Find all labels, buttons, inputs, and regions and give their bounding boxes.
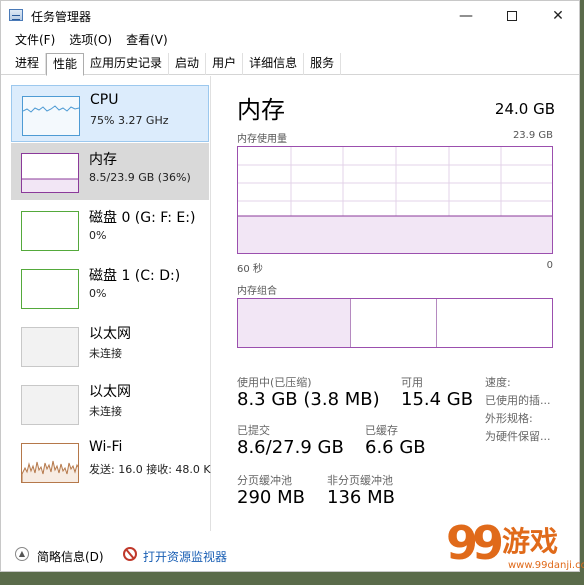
maximize-button[interactable] xyxy=(489,1,535,31)
page-title: 内存 xyxy=(237,96,285,124)
tab-details[interactable]: 详细信息 xyxy=(243,53,305,75)
sidebar-item-detail: 未连接 xyxy=(89,347,122,360)
sidebar-item-label: 内存 xyxy=(89,152,117,168)
memory-thumbnail-graph xyxy=(21,153,79,193)
stat-nonpaged-value: 136 MB xyxy=(327,487,395,508)
maximize-icon xyxy=(507,11,517,21)
tab-users[interactable]: 用户 xyxy=(206,53,244,75)
memory-total: 24.0 GB xyxy=(494,100,555,118)
stat-in-use-label: 使用中(已压缩) xyxy=(237,376,312,389)
performance-sidebar: CPU 75% 3.27 GHz 内存 8.5/23.9 GB (36%) 磁盘… xyxy=(1,76,211,531)
tab-performance[interactable]: 性能 xyxy=(46,53,85,76)
composition-label: 内存组合 xyxy=(237,286,277,297)
site-watermark: 99 游戏 www.99danji.com xyxy=(446,512,584,582)
sidebar-item-label: Wi-Fi xyxy=(89,439,123,455)
cpu-thumbnail-graph xyxy=(22,96,80,136)
tab-app-history[interactable]: 应用历史记录 xyxy=(84,53,170,75)
side-stat-speed: 速度: xyxy=(485,376,511,389)
sidebar-item-ethernet-1[interactable]: 以太网 未连接 xyxy=(11,317,209,374)
usage-fill-area xyxy=(238,216,552,253)
side-stat-reserved: 为硬件保留... xyxy=(485,430,551,443)
window-title: 任务管理器 xyxy=(31,10,92,24)
sidebar-item-detail: 未连接 xyxy=(89,405,122,418)
time-axis-right: 0 xyxy=(546,260,553,271)
usage-label: 内存使用量 xyxy=(237,134,287,145)
ethernet-thumbnail-graph xyxy=(21,327,79,367)
sidebar-item-detail: 8.5/23.9 GB (36%) xyxy=(89,171,191,184)
sidebar-item-detail: 0% xyxy=(89,287,107,300)
sidebar-item-label: 磁盘 1 (C: D:) xyxy=(89,268,181,284)
stat-committed-label: 已提交 xyxy=(237,424,270,437)
stat-nonpaged-label: 非分页缓冲池 xyxy=(327,474,393,487)
sidebar-item-detail: 0% xyxy=(89,229,107,242)
disk-thumbnail-graph xyxy=(21,269,79,309)
sidebar-item-wifi[interactable]: Wi-Fi 发送: 16.0 接收: 48.0 K xyxy=(11,433,211,490)
title-bar[interactable]: 任务管理器 — ✕ xyxy=(1,1,579,31)
sidebar-item-label: CPU xyxy=(90,92,119,108)
minimize-icon: — xyxy=(459,8,473,24)
stat-in-use-value: 8.3 GB (3.8 MB) xyxy=(237,389,380,410)
watermark-name: 游戏 xyxy=(502,525,559,558)
stat-available-label: 可用 xyxy=(401,376,423,389)
sidebar-item-ethernet-2[interactable]: 以太网 未连接 xyxy=(11,375,209,432)
task-manager-window: 任务管理器 — ✕ 文件(F) 选项(O) 查看(V) 进程 性能 应用历史记录… xyxy=(0,0,580,572)
menu-bar: 文件(F) 选项(O) 查看(V) xyxy=(1,31,579,51)
sidebar-item-detail: 75% 3.27 GHz xyxy=(90,114,169,127)
sidebar-item-disk-1[interactable]: 磁盘 1 (C: D:) 0% xyxy=(11,259,209,316)
sidebar-item-disk-0[interactable]: 磁盘 0 (G: F: E:) 0% xyxy=(11,201,209,258)
watermark-logo: 99 xyxy=(446,516,504,570)
composition-modified xyxy=(351,299,437,347)
usage-max: 23.9 GB xyxy=(512,130,553,141)
stat-cached-value: 6.6 GB xyxy=(365,437,426,458)
watermark-url: www.99danji.com xyxy=(508,560,584,571)
memory-usage-graph xyxy=(237,146,553,254)
wifi-thumbnail-graph xyxy=(21,443,79,483)
stat-paged-label: 分页缓冲池 xyxy=(237,474,292,487)
side-stat-slots: 已使用的插... xyxy=(485,394,551,407)
minimize-button[interactable]: — xyxy=(443,1,489,31)
memory-composition-bar xyxy=(237,298,553,348)
menu-view[interactable]: 查看(V) xyxy=(126,31,168,51)
composition-free xyxy=(437,299,552,347)
memory-detail-panel: 内存 24.0 GB 内存使用量 23.9 GB 60 秒 0 内存组合 使用中… xyxy=(227,86,567,526)
sidebar-item-label: 以太网 xyxy=(89,326,131,342)
task-manager-icon xyxy=(9,9,23,21)
disk-thumbnail-graph xyxy=(21,211,79,251)
stat-committed-value: 8.6/27.9 GB xyxy=(237,437,344,458)
close-button[interactable]: ✕ xyxy=(535,1,579,31)
stat-available-value: 15.4 GB xyxy=(401,389,474,410)
menu-file[interactable]: 文件(F) xyxy=(15,31,55,51)
side-stat-form-factor: 外形规格: xyxy=(485,412,533,425)
sidebar-item-cpu[interactable]: CPU 75% 3.27 GHz xyxy=(11,85,209,142)
chevron-up-icon[interactable]: ▲ xyxy=(15,547,29,561)
memory-usage-svg xyxy=(238,147,552,253)
fewer-details-link[interactable]: 简略信息(D) xyxy=(37,548,104,565)
menu-options[interactable]: 选项(O) xyxy=(69,31,112,51)
sidebar-item-detail: 发送: 16.0 接收: 48.0 K xyxy=(89,463,211,476)
sidebar-item-label: 以太网 xyxy=(89,384,131,400)
resource-monitor-icon xyxy=(123,547,137,561)
close-icon: ✕ xyxy=(552,8,564,24)
stat-cached-label: 已缓存 xyxy=(365,424,398,437)
tab-startup[interactable]: 启动 xyxy=(169,53,207,75)
sidebar-item-label: 磁盘 0 (G: F: E:) xyxy=(89,210,196,226)
sidebar-item-memory[interactable]: 内存 8.5/23.9 GB (36%) xyxy=(11,143,209,200)
tab-bar: 进程 性能 应用历史记录 启动 用户 详细信息 服务 xyxy=(1,53,579,76)
tab-services[interactable]: 服务 xyxy=(304,53,342,75)
stat-paged-value: 290 MB xyxy=(237,487,305,508)
open-resource-monitor-link[interactable]: 打开资源监视器 xyxy=(143,548,227,565)
time-axis-left: 60 秒 xyxy=(237,264,263,275)
tab-processes[interactable]: 进程 xyxy=(9,53,47,75)
composition-in-use xyxy=(238,299,351,347)
ethernet-thumbnail-graph xyxy=(21,385,79,425)
